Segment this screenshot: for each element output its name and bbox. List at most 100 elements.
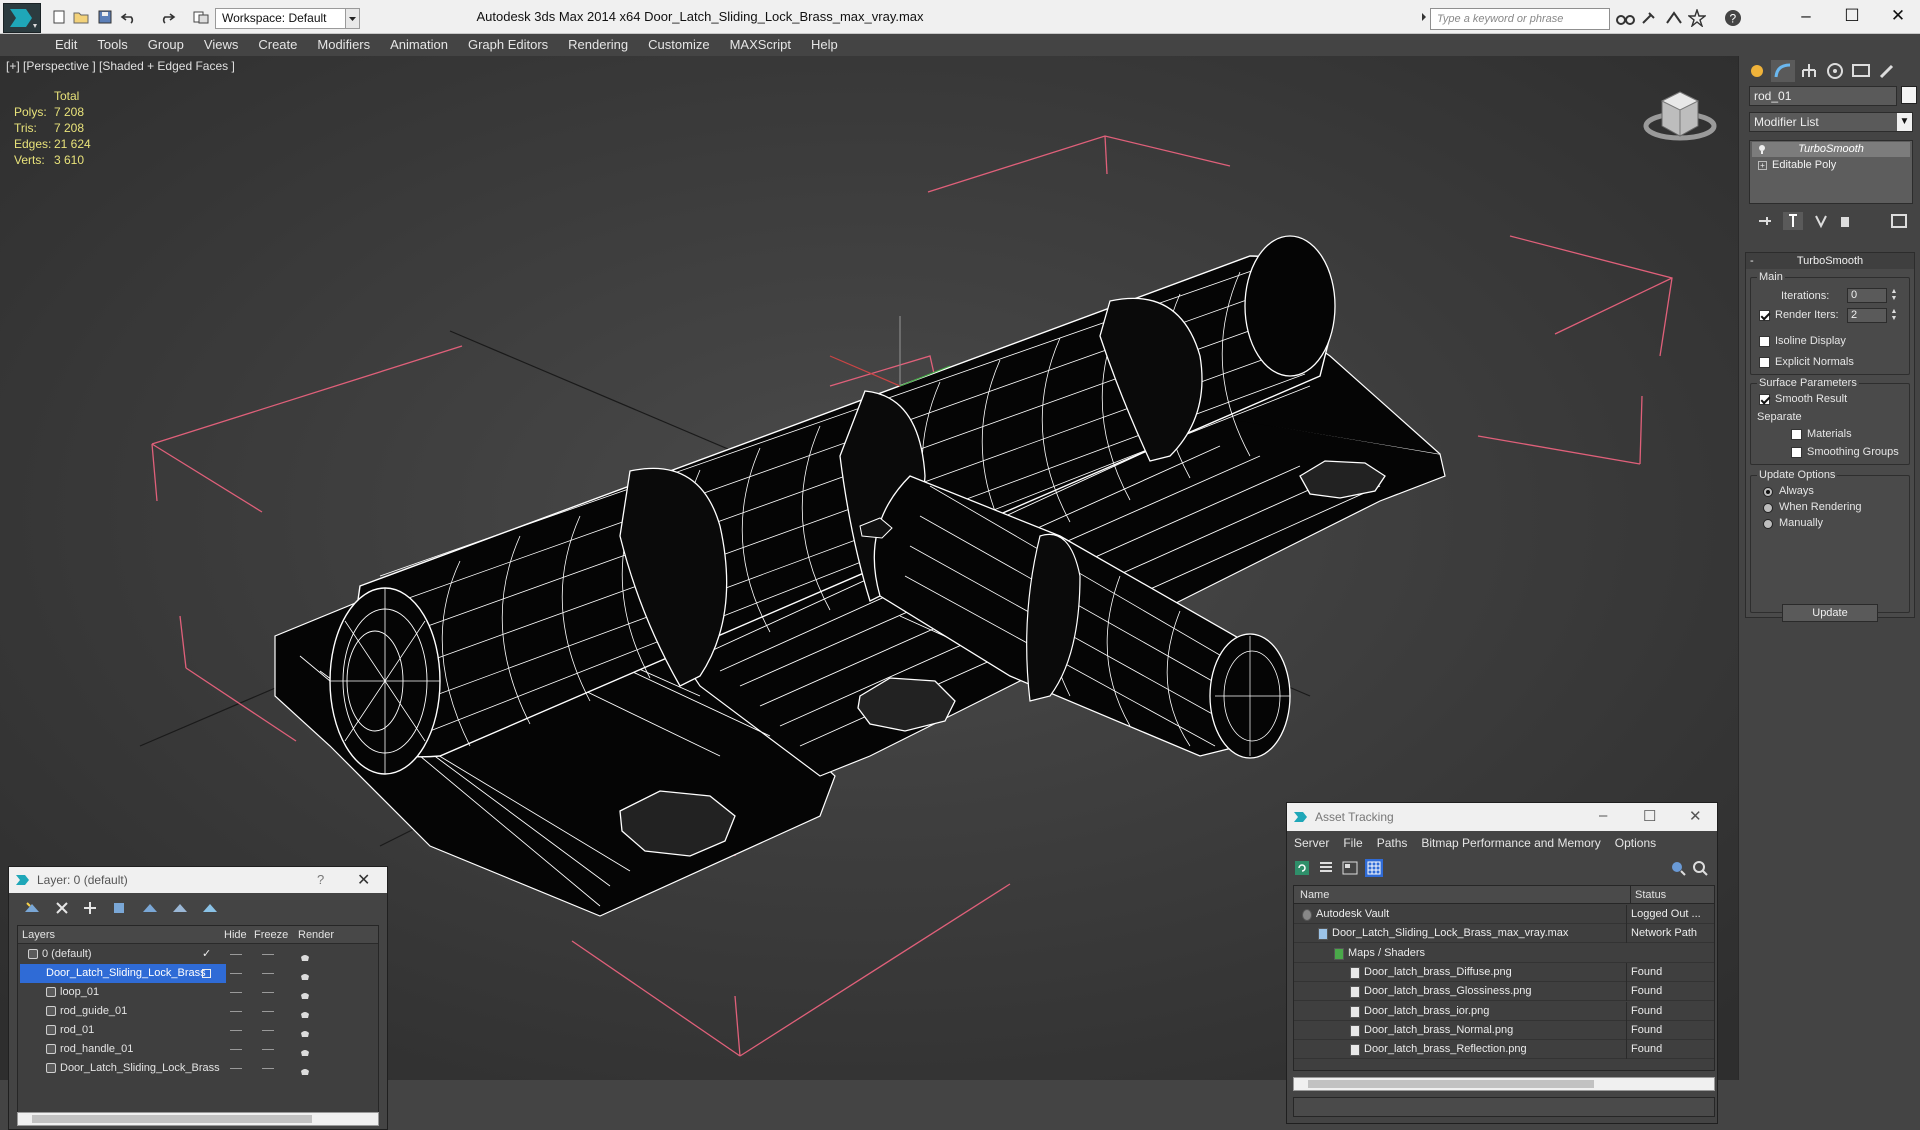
asset-tracking-titlebar[interactable]: Asset Tracking – ☐ ✕ [1287,803,1717,831]
update-when-rendering-radio[interactable] [1763,503,1773,513]
hide-toggle[interactable] [230,1068,242,1069]
freeze-toggle[interactable] [262,973,274,974]
freeze-toggle[interactable] [262,1049,274,1050]
freeze-toggle[interactable] [262,1011,274,1012]
hide-toggle[interactable] [230,1049,242,1050]
subscription-key-icon[interactable] [1640,10,1660,29]
render-teapot-icon[interactable] [300,1064,310,1075]
column-layers[interactable]: Layers [22,929,55,941]
asset-row[interactable]: Door_latch_brass_ior.png Found [1294,1001,1714,1021]
column-status[interactable]: Status [1630,886,1666,904]
asset-horizontal-scrollbar[interactable] [1293,1077,1715,1091]
motion-tab-icon[interactable] [1823,60,1847,82]
stack-item-editable-poly[interactable]: + Editable Poly [1752,158,1910,173]
asset-row[interactable]: Autodesk Vault Logged Out ... [1294,905,1714,924]
render-teapot-icon[interactable] [300,1007,310,1018]
stack-item-turbosmooth[interactable]: TurboSmooth [1752,142,1910,157]
hierarchy-tab-icon[interactable] [1797,60,1821,82]
vault-login-icon[interactable] [1669,859,1687,877]
freeze-toggle[interactable] [262,992,274,993]
render-teapot-icon[interactable] [300,969,310,980]
asset-path-field[interactable] [1293,1097,1715,1117]
help-icon[interactable]: ? [1724,9,1742,30]
asset-row[interactable]: Door_latch_brass_Reflection.png Found [1294,1040,1714,1060]
hide-toggle[interactable] [230,954,242,955]
menu-customize[interactable]: Customize [638,34,719,52]
modifier-list-dropdown[interactable]: Modifier List [1749,112,1913,132]
update-manually-radio[interactable] [1763,519,1773,529]
hide-toggle[interactable] [230,1030,242,1031]
display-tab-icon[interactable] [1849,60,1873,82]
set-current-layer-icon[interactable] [202,969,211,978]
refresh-icon[interactable] [1293,859,1311,877]
render-teapot-icon[interactable] [300,1026,310,1037]
hide-all-layers-icon[interactable] [171,900,189,916]
delete-layer-icon[interactable] [53,900,71,916]
asset-menu-file[interactable]: File [1336,833,1369,850]
infocenter-binoculars-icon[interactable] [1616,10,1636,29]
menu-create[interactable]: Create [248,34,307,52]
make-unique-icon[interactable] [1811,212,1831,230]
utilities-tab-icon[interactable] [1875,60,1899,82]
perspective-viewport[interactable]: [+] [Perspective ] [Shaded + Edged Faces… [0,56,1738,1130]
menu-maxscript[interactable]: MAXScript [720,34,801,52]
smooth-result-checkbox[interactable] [1759,394,1770,405]
menu-graph-editors[interactable]: Graph Editors [458,34,558,52]
asset-menu-paths[interactable]: Paths [1370,833,1415,850]
menu-edit[interactable]: Edit [45,34,87,52]
update-always-radio[interactable] [1763,487,1773,497]
menu-help[interactable]: Help [801,34,848,52]
column-name[interactable]: Name [1300,889,1329,901]
freeze-toggle[interactable] [262,954,274,955]
asset-row[interactable]: Door_Latch_Sliding_Lock_Brass_max_vray.m… [1294,924,1714,944]
layer-manager-close-button[interactable]: ✕ [357,870,370,890]
render-iters-spinner[interactable]: 2 [1847,308,1887,323]
pin-stack-icon[interactable] [1755,212,1775,230]
column-freeze[interactable]: Freeze [254,929,288,941]
create-layer-icon[interactable] [23,900,41,916]
layer-row[interactable]: rod_01 [18,1021,378,1040]
layer-scroll-thumb[interactable] [32,1115,312,1123]
active-layer-check-icon[interactable]: ✓ [202,945,211,964]
hide-toggle[interactable] [230,992,242,993]
thumbnail-view-icon[interactable] [1341,859,1359,877]
freeze-toggle[interactable] [262,1068,274,1069]
menu-tools[interactable]: Tools [87,34,137,52]
show-end-result-icon[interactable] [1783,212,1803,230]
iterations-spinner[interactable]: 0 [1847,288,1887,303]
modifier-light-bulb-icon[interactable] [1758,144,1766,154]
menu-views[interactable]: Views [194,34,248,52]
table-view-icon[interactable] [1365,859,1383,877]
asset-scroll-thumb[interactable] [1308,1080,1594,1088]
asset-menu-bitmap-performance[interactable]: Bitmap Performance and Memory [1414,833,1607,850]
menu-rendering[interactable]: Rendering [558,34,638,52]
remove-modifier-icon[interactable] [1835,212,1855,230]
separate-smoothing-groups-checkbox[interactable] [1791,447,1802,458]
search-expand-icon[interactable] [1420,10,1428,24]
explicit-normals-checkbox[interactable] [1759,357,1770,368]
separate-materials-checkbox[interactable] [1791,429,1802,440]
hide-toggle[interactable] [230,1011,242,1012]
menu-group[interactable]: Group [138,34,194,52]
favorites-star-icon[interactable] [1687,7,1707,30]
asset-menu-server[interactable]: Server [1287,833,1336,850]
hide-toggle[interactable] [230,973,242,974]
render-teapot-icon[interactable] [300,988,310,999]
freeze-toggle[interactable] [262,1030,274,1031]
render-iters-spinner-arrows-icon[interactable]: ▲ ▼ [1889,308,1899,323]
create-tab-icon[interactable] [1745,60,1769,82]
render-teapot-icon[interactable] [300,950,310,961]
object-color-swatch[interactable] [1901,86,1917,104]
asset-menu-options[interactable]: Options [1608,833,1663,850]
render-teapot-icon[interactable] [300,1045,310,1056]
asset-row[interactable]: Maps / Shaders [1294,944,1714,963]
iterations-spinner-arrows-icon[interactable]: ▲ ▼ [1889,288,1899,303]
asset-row[interactable]: Door_latch_brass_Diffuse.png Found [1294,962,1714,982]
layer-row[interactable]: rod_handle_01 [18,1040,378,1059]
turbosmooth-rollout-header[interactable]: - TurboSmooth [1746,253,1914,269]
expand-plus-icon[interactable]: + [1758,161,1767,170]
highlight-layer-icon[interactable] [141,900,159,916]
isoline-display-checkbox[interactable] [1759,336,1770,347]
asset-tracking-close-button[interactable]: ✕ [1689,807,1702,825]
maximize-button[interactable]: ☐ [1830,4,1874,28]
